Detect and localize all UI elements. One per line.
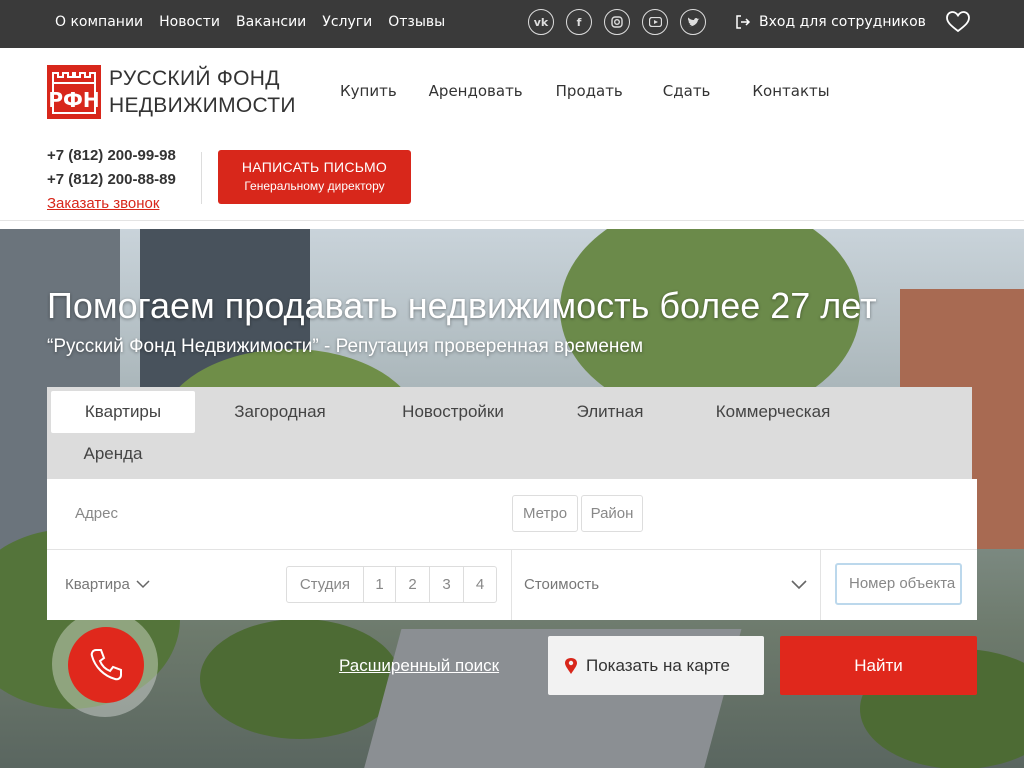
phone-icon	[90, 649, 122, 681]
logo-text[interactable]: РУССКИЙ ФОНД НЕДВИЖИМОСТИ	[109, 65, 296, 119]
header-bottom-divider	[0, 220, 1024, 221]
hero-bush	[200, 619, 400, 739]
metro-button[interactable]: Метро	[512, 495, 578, 532]
nav-buy[interactable]: Купить	[340, 82, 397, 100]
show-on-map-button[interactable]: Показать на карте	[548, 636, 764, 695]
write-letter-sublabel: Генеральному директору	[244, 179, 385, 193]
vk-icon[interactable]: vk	[528, 9, 554, 35]
hero-subtitle: “Русский Фонд Недвижимости” - Репутация …	[47, 336, 644, 357]
facebook-icon[interactable]: f	[566, 9, 592, 35]
object-number-input[interactable]: Номер объекта	[835, 563, 962, 605]
chevron-down-icon	[136, 580, 150, 589]
tab-country[interactable]: Загородная	[215, 391, 345, 433]
social-links: vk f	[528, 9, 718, 35]
instagram-icon[interactable]	[604, 9, 630, 35]
property-kind-label: Квартира	[65, 576, 130, 593]
logo-line-2: НЕДВИЖИМОСТИ	[109, 94, 296, 117]
hero-banner: Помогаем продавать недвижимость более 27…	[0, 229, 1024, 768]
top-nav-reviews[interactable]: Отзывы	[388, 14, 445, 30]
nav-contacts[interactable]: Контакты	[752, 82, 829, 100]
phone-block: +7 (812) 200-99-98 +7 (812) 200-88-89 За…	[47, 144, 176, 216]
nav-sell[interactable]: Продать	[556, 82, 623, 100]
chevron-down-icon[interactable]	[791, 580, 807, 590]
form-column-divider	[511, 550, 512, 620]
top-nav-news[interactable]: Новости	[159, 14, 220, 30]
top-nav-about[interactable]: О компании	[55, 14, 143, 30]
phone-2[interactable]: +7 (812) 200-88-89	[47, 168, 176, 192]
nav-lease-out[interactable]: Сдать	[663, 82, 711, 100]
header-divider	[201, 152, 202, 204]
nav-rent[interactable]: Арендовать	[429, 82, 523, 100]
advanced-search-link[interactable]: Расширенный поиск	[339, 656, 499, 676]
write-to-director-button[interactable]: НАПИСАТЬ ПИСЬМО Генеральному директору	[218, 150, 411, 204]
property-kind-select[interactable]: Квартира	[65, 576, 150, 593]
favorites-heart-icon[interactable]	[946, 11, 970, 33]
youtube-icon[interactable]	[642, 9, 668, 35]
svg-text:РФН: РФН	[48, 88, 99, 112]
search-form: Адрес Метро Район Квартира Студия 1 2 3 …	[47, 479, 977, 620]
tab-rent[interactable]: Аренда	[71, 433, 155, 475]
tab-apartments[interactable]: Квартиры	[51, 391, 195, 433]
tab-commercial[interactable]: Коммерческая	[689, 391, 857, 433]
form-column-divider	[820, 550, 821, 620]
price-select[interactable]: Стоимость	[524, 576, 599, 593]
hero-title: Помогаем продавать недвижимость более 27…	[47, 285, 877, 326]
staff-login-link[interactable]: Вход для сотрудников	[735, 0, 926, 44]
district-button[interactable]: Район	[581, 495, 643, 532]
property-type-tabs: Квартиры Загородная Новостройки Элитная …	[47, 387, 972, 479]
top-nav-services[interactable]: Услуги	[322, 14, 372, 30]
top-nav-vacancies[interactable]: Вакансии	[236, 14, 306, 30]
twitter-icon[interactable]	[680, 9, 706, 35]
tab-elite[interactable]: Элитная	[559, 391, 661, 433]
rooms-selector: Студия 1 2 3 4	[286, 566, 497, 603]
top-bar: О компании Новости Вакансии Услуги Отзыв…	[0, 0, 1024, 48]
main-nav: Купить Арендовать Продать Сдать Контакты	[340, 82, 830, 100]
address-input[interactable]: Адрес	[75, 505, 118, 522]
phone-1[interactable]: +7 (812) 200-99-98	[47, 144, 176, 168]
tab-new-buildings[interactable]: Новостройки	[377, 391, 529, 433]
callback-link[interactable]: Заказать звонок	[47, 192, 176, 216]
rooms-studio[interactable]: Студия	[287, 567, 363, 602]
login-icon	[736, 15, 751, 29]
write-letter-label: НАПИСАТЬ ПИСЬМО	[241, 159, 388, 175]
logo-emblem[interactable]: РФН	[47, 65, 101, 119]
rooms-3[interactable]: 3	[429, 567, 463, 602]
find-button[interactable]: Найти	[780, 636, 977, 695]
rooms-2[interactable]: 2	[395, 567, 429, 602]
rooms-1[interactable]: 1	[363, 567, 395, 602]
form-row-divider	[47, 549, 977, 550]
call-widget-button[interactable]	[68, 627, 144, 703]
show-on-map-label: Показать на карте	[586, 655, 730, 675]
logo-line-1: РУССКИЙ ФОНД	[109, 67, 280, 90]
top-nav: О компании Новости Вакансии Услуги Отзыв…	[55, 0, 461, 44]
map-pin-icon	[565, 657, 577, 674]
staff-login-label: Вход для сотрудников	[759, 14, 926, 30]
rooms-4[interactable]: 4	[463, 567, 496, 602]
price-label: Стоимость	[524, 576, 600, 593]
